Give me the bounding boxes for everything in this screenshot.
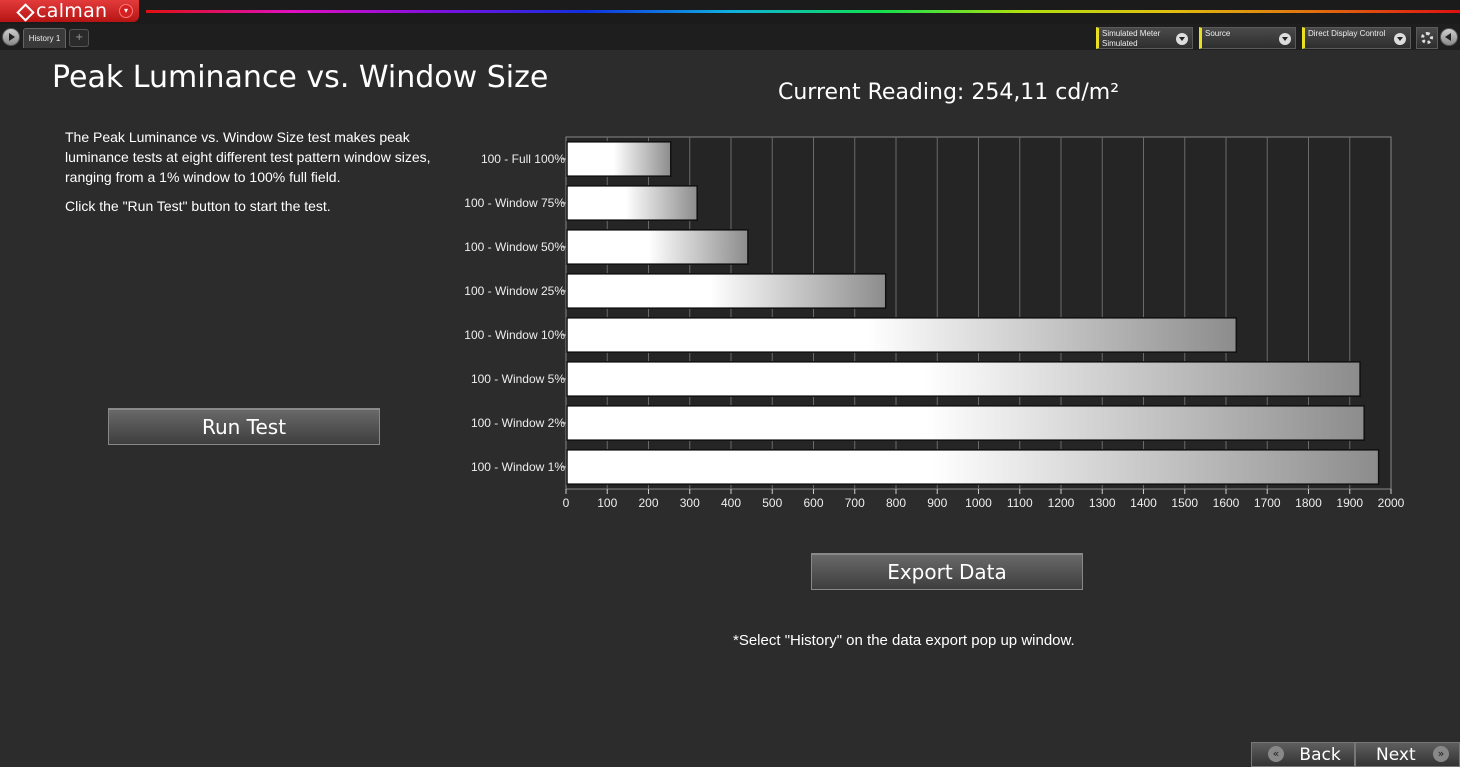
source-dropdown[interactable]: Source <box>1199 27 1296 49</box>
y-tick-label: 100 - Window 10% <box>464 328 565 342</box>
chevron-down-icon <box>1279 33 1291 45</box>
bar <box>566 273 887 309</box>
add-tab-button[interactable] <box>69 29 89 47</box>
settings-button[interactable] <box>1416 27 1438 49</box>
rainbow-bar <box>146 10 1460 13</box>
y-tick-label: 100 - Window 2% <box>471 416 565 430</box>
bar <box>566 449 1380 485</box>
x-tick-label: 300 <box>680 496 700 510</box>
export-data-button[interactable]: Export Data <box>811 553 1083 590</box>
chevron-down-icon <box>1394 33 1406 45</box>
x-tick-label: 100 <box>597 496 617 510</box>
luminance-bar-chart: 0 100 200 300 400 500 600 700 800 900 1000 1100 1200… <box>464 136 1405 510</box>
bar <box>566 361 1361 397</box>
bar <box>566 405 1365 441</box>
chevron-down-icon <box>1176 33 1188 45</box>
next-button[interactable]: Next » <box>1355 742 1460 767</box>
display-control-dropdown[interactable]: Direct Display Control <box>1302 27 1411 49</box>
bar <box>566 141 672 177</box>
x-tick-label: 2000 <box>1378 496 1405 510</box>
x-tick-label: 1600 <box>1213 496 1240 510</box>
x-tick-label: 1000 <box>965 496 992 510</box>
chevron-down-icon[interactable]: ▾ <box>119 4 133 18</box>
top-bar: calman ▾ <box>0 0 1460 24</box>
gear-icon <box>1421 32 1433 44</box>
x-tick-label: 1700 <box>1254 496 1281 510</box>
page-title: Peak Luminance vs. Window Size <box>52 60 549 95</box>
x-tick-label: 200 <box>638 496 658 510</box>
test-description: The Peak Luminance vs. Window Size test … <box>65 129 431 185</box>
tab-history-1[interactable]: History 1 <box>23 28 66 48</box>
collapse-icon[interactable] <box>1440 28 1458 46</box>
x-tick-label: 700 <box>845 496 865 510</box>
x-tick-label: 800 <box>886 496 906 510</box>
bar <box>566 229 749 265</box>
x-tick-label: 1200 <box>1048 496 1075 510</box>
x-tick-label: 0 <box>563 496 570 510</box>
x-tick-label: 500 <box>762 496 782 510</box>
x-tick-label: 1900 <box>1336 496 1363 510</box>
calman-logo[interactable]: calman ▾ <box>0 0 139 22</box>
y-tick-label: 100 - Window 50% <box>464 240 565 254</box>
test-instruction: Click the "Run Test" button to start the… <box>65 198 331 214</box>
x-tick-label: 1300 <box>1089 496 1116 510</box>
y-tick-label: 100 - Window 1% <box>471 460 565 474</box>
run-test-button[interactable]: Run Test <box>108 408 380 445</box>
play-icon[interactable] <box>2 28 20 46</box>
x-tick-label: 1100 <box>1007 496 1033 510</box>
x-tick-label: 1800 <box>1295 496 1322 510</box>
y-tick-label: 100 - Window 5% <box>471 372 565 386</box>
back-button[interactable]: « Back <box>1251 742 1355 767</box>
double-chevron-right-icon: » <box>1433 745 1450 762</box>
x-tick-label: 400 <box>721 496 741 510</box>
export-note: *Select "History" on the data export pop… <box>733 632 1075 649</box>
y-tick-label: 100 - Full 100% <box>481 152 565 166</box>
bar <box>566 185 698 221</box>
x-tick-label: 1500 <box>1171 496 1198 510</box>
next-label: Next <box>1376 745 1416 765</box>
calman-logo-icon <box>16 3 32 19</box>
y-tick-label: 100 - Window 75% <box>464 196 565 210</box>
back-label: Back <box>1299 745 1341 765</box>
bar <box>566 317 1238 353</box>
x-tick-label: 900 <box>927 496 947 510</box>
logo-text: calman <box>36 0 108 22</box>
meter-dropdown[interactable]: Simulated Meter Simulated <box>1096 27 1193 49</box>
double-chevron-left-icon: « <box>1268 745 1284 762</box>
x-tick-label: 1400 <box>1130 496 1157 510</box>
current-reading: Current Reading: 254,11 cd/m² <box>778 80 1120 105</box>
x-tick-label: 600 <box>803 496 823 510</box>
y-tick-label: 100 - Window 25% <box>464 284 565 298</box>
